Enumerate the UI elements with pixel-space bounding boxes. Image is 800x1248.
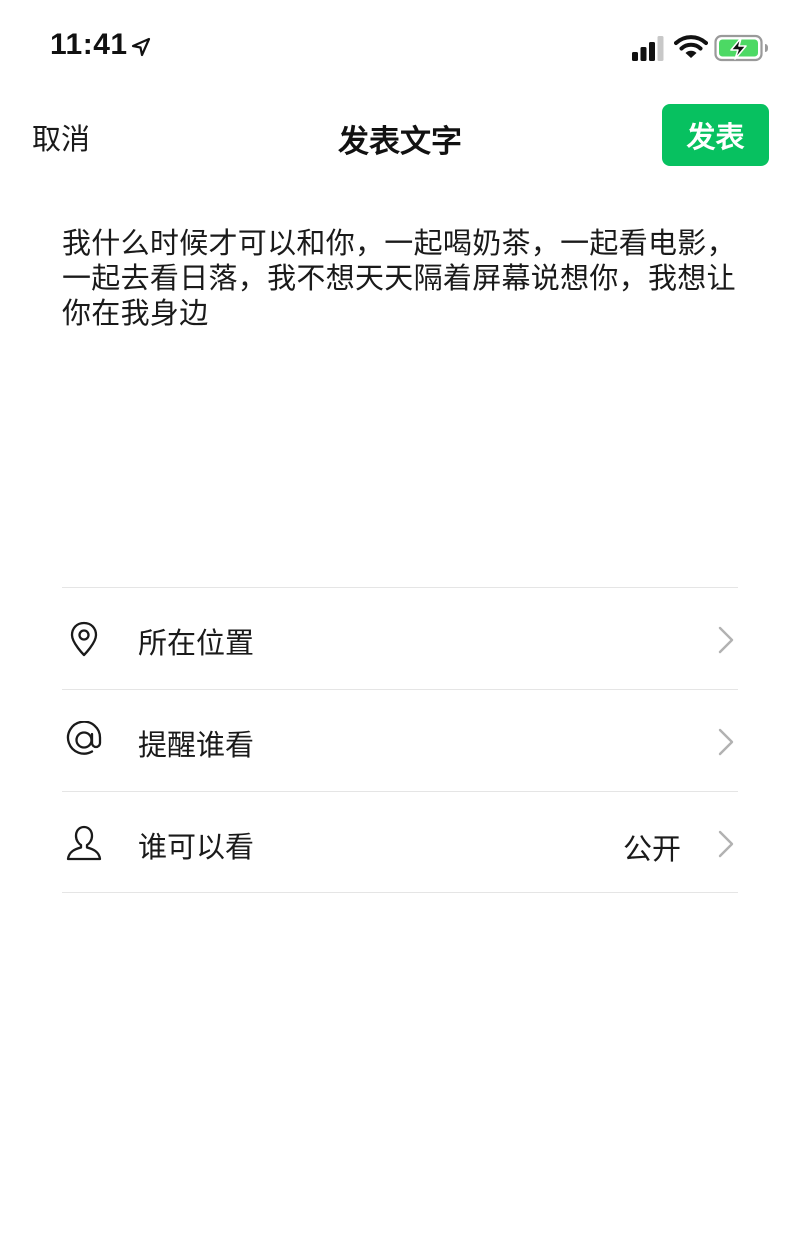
location-pin-icon xyxy=(70,621,98,657)
chevron-right-icon xyxy=(718,728,734,756)
moments-compose-screen: 11:41 取消 发表文字 发表 我什么时候才可以和你，一起喝奶茶，一起看电影，… xyxy=(0,0,800,1248)
option-label: 谁可以看 xyxy=(138,830,255,864)
option-label: 提醒谁看 xyxy=(138,728,255,762)
option-location[interactable]: 所在位置 xyxy=(62,587,738,689)
chevron-right-icon xyxy=(718,626,734,654)
person-icon xyxy=(66,825,102,861)
location-arrow-icon xyxy=(131,37,151,57)
option-label: 所在位置 xyxy=(138,626,255,660)
option-value: 公开 xyxy=(622,832,681,866)
post-text-input[interactable]: 我什么时候才可以和你，一起喝奶茶，一起看电影，一起去看日落，我不想天天隔着屏幕说… xyxy=(62,226,752,331)
status-time: 11:41 xyxy=(50,28,128,61)
option-mention[interactable]: 提醒谁看 xyxy=(62,689,738,791)
option-visibility[interactable]: 谁可以看 公开 xyxy=(62,791,738,893)
at-sign-icon xyxy=(66,721,102,755)
chevron-right-icon xyxy=(718,830,734,858)
publish-button[interactable]: 发表 xyxy=(662,104,769,166)
status-bar: 11:41 xyxy=(0,0,800,90)
cellular-signal-icon xyxy=(632,36,664,61)
wifi-icon xyxy=(674,35,708,58)
battery-charging-icon xyxy=(714,34,768,62)
nav-bar: 取消 发表文字 发表 xyxy=(0,96,800,176)
options-list: 所在位置 提醒谁看 谁可以看 公开 xyxy=(62,587,738,893)
